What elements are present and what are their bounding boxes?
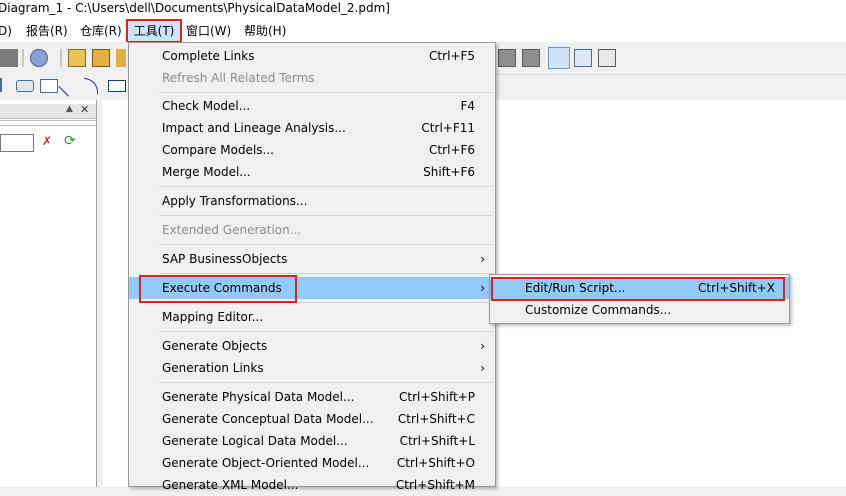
- new-folder-icon[interactable]: [68, 49, 86, 67]
- menu-sap-businessobjects[interactable]: SAP BusinessObjects ›: [129, 248, 495, 270]
- menu-item-window[interactable]: 窗口(W): [186, 23, 231, 39]
- lock-folder-icon[interactable]: [92, 49, 110, 67]
- submenu-arrow-icon: ›: [480, 339, 485, 353]
- arc-tool-icon[interactable]: [84, 78, 98, 94]
- menu-separator: [159, 331, 493, 332]
- clear-filter-icon[interactable]: ✗: [42, 134, 52, 148]
- browser-panel-header: ▲ ✕: [0, 103, 96, 119]
- menu-customize-commands[interactable]: Customize Commands...: [490, 299, 789, 321]
- menu-generation-links[interactable]: Generation Links ›: [129, 357, 495, 379]
- browser-panel: ▲ ✕: [0, 100, 97, 487]
- menu-generate-oo-model[interactable]: Generate Object-Oriented Model... Ctrl+S…: [129, 452, 495, 474]
- menu-extended-generation: Extended Generation...: [162, 223, 302, 237]
- window-title: Diagram_1 - C:\Users\dell\Documents\Phys…: [0, 1, 390, 15]
- repository-icon[interactable]: [30, 49, 48, 67]
- menu-separator: [159, 186, 493, 187]
- menu-generate-xml-model[interactable]: Generate XML Model... Ctrl+Shift+M: [129, 474, 495, 496]
- submenu-arrow-icon: ›: [480, 281, 485, 295]
- menu-apply-transformations[interactable]: Apply Transformations...: [129, 190, 495, 212]
- grid-view-icon[interactable]: [598, 49, 616, 67]
- menu-item-help[interactable]: 帮助(H): [244, 23, 286, 39]
- toolbar-separator: [22, 49, 24, 67]
- annotation-box-edit-run-script: [491, 277, 785, 301]
- menu-generate-physical-model[interactable]: Generate Physical Data Model... Ctrl+Shi…: [129, 386, 495, 408]
- line-tool-icon[interactable]: [58, 75, 80, 97]
- palette-toolbar: [0, 74, 130, 100]
- menu-generate-objects[interactable]: Generate Objects ›: [129, 335, 495, 357]
- menu-separator: [159, 244, 493, 245]
- zoom-page-icon[interactable]: [548, 47, 570, 69]
- annotation-box-execute-commands: [139, 275, 297, 303]
- text-tool-icon[interactable]: [40, 79, 58, 93]
- menu-item-diagram[interactable]: D): [0, 23, 12, 39]
- window-title-bar: Diagram_1 - C:\Users\dell\Documents\Phys…: [0, 0, 846, 20]
- menu-compare-models[interactable]: Compare Models... Ctrl+F6: [129, 139, 495, 161]
- menu-separator: [159, 215, 493, 216]
- menu-separator: [159, 382, 493, 383]
- picture-icon[interactable]: [522, 49, 540, 67]
- menu-impact-lineage[interactable]: Impact and Lineage Analysis... Ctrl+F11: [129, 117, 495, 139]
- list-view-icon[interactable]: [574, 49, 592, 67]
- menu-mapping-editor[interactable]: Mapping Editor...: [129, 306, 495, 328]
- panel-divider: [0, 120, 96, 126]
- menu-merge-model[interactable]: Merge Model... Shift+F6: [129, 161, 495, 183]
- tools-menu: Complete Links Ctrl+F5 Refresh All Relat…: [128, 42, 496, 492]
- scroll-up-icon[interactable]: ▲: [66, 104, 73, 114]
- package-icon[interactable]: [16, 80, 34, 92]
- pointer-icon[interactable]: [0, 78, 12, 92]
- shield-folder-icon[interactable]: [116, 49, 126, 67]
- submenu-arrow-icon: ›: [480, 252, 485, 266]
- submenu-arrow-icon: ›: [480, 361, 485, 375]
- toolbar-separator: [60, 49, 62, 67]
- toolbar-tool-icon[interactable]: [0, 49, 18, 67]
- rectangle-tool-icon[interactable]: [108, 80, 126, 92]
- image-icon[interactable]: [498, 49, 516, 67]
- menu-generate-conceptual-model[interactable]: Generate Conceptual Data Model... Ctrl+S…: [129, 408, 495, 430]
- menu-item-repository[interactable]: 仓库(R): [80, 23, 122, 39]
- menu-check-model[interactable]: Check Model... F4: [129, 95, 495, 117]
- menu-generate-logical-model[interactable]: Generate Logical Data Model... Ctrl+Shif…: [129, 430, 495, 452]
- browser-search-input[interactable]: [0, 134, 34, 152]
- refresh-icon[interactable]: ⟳: [64, 133, 76, 149]
- menu-complete-links[interactable]: Complete Links Ctrl+F5: [129, 45, 495, 67]
- menu-bar: D) 报告(R) 仓库(R) 工具(T) 窗口(W) 帮助(H): [0, 19, 846, 43]
- menu-separator: [159, 273, 493, 274]
- menu-refresh-related-terms: Refresh All Related Terms: [162, 71, 315, 85]
- menu-item-tools[interactable]: 工具(T): [126, 19, 182, 43]
- close-icon[interactable]: ✕: [80, 103, 89, 116]
- menu-separator: [159, 92, 493, 93]
- menu-item-report[interactable]: 报告(R): [26, 23, 68, 39]
